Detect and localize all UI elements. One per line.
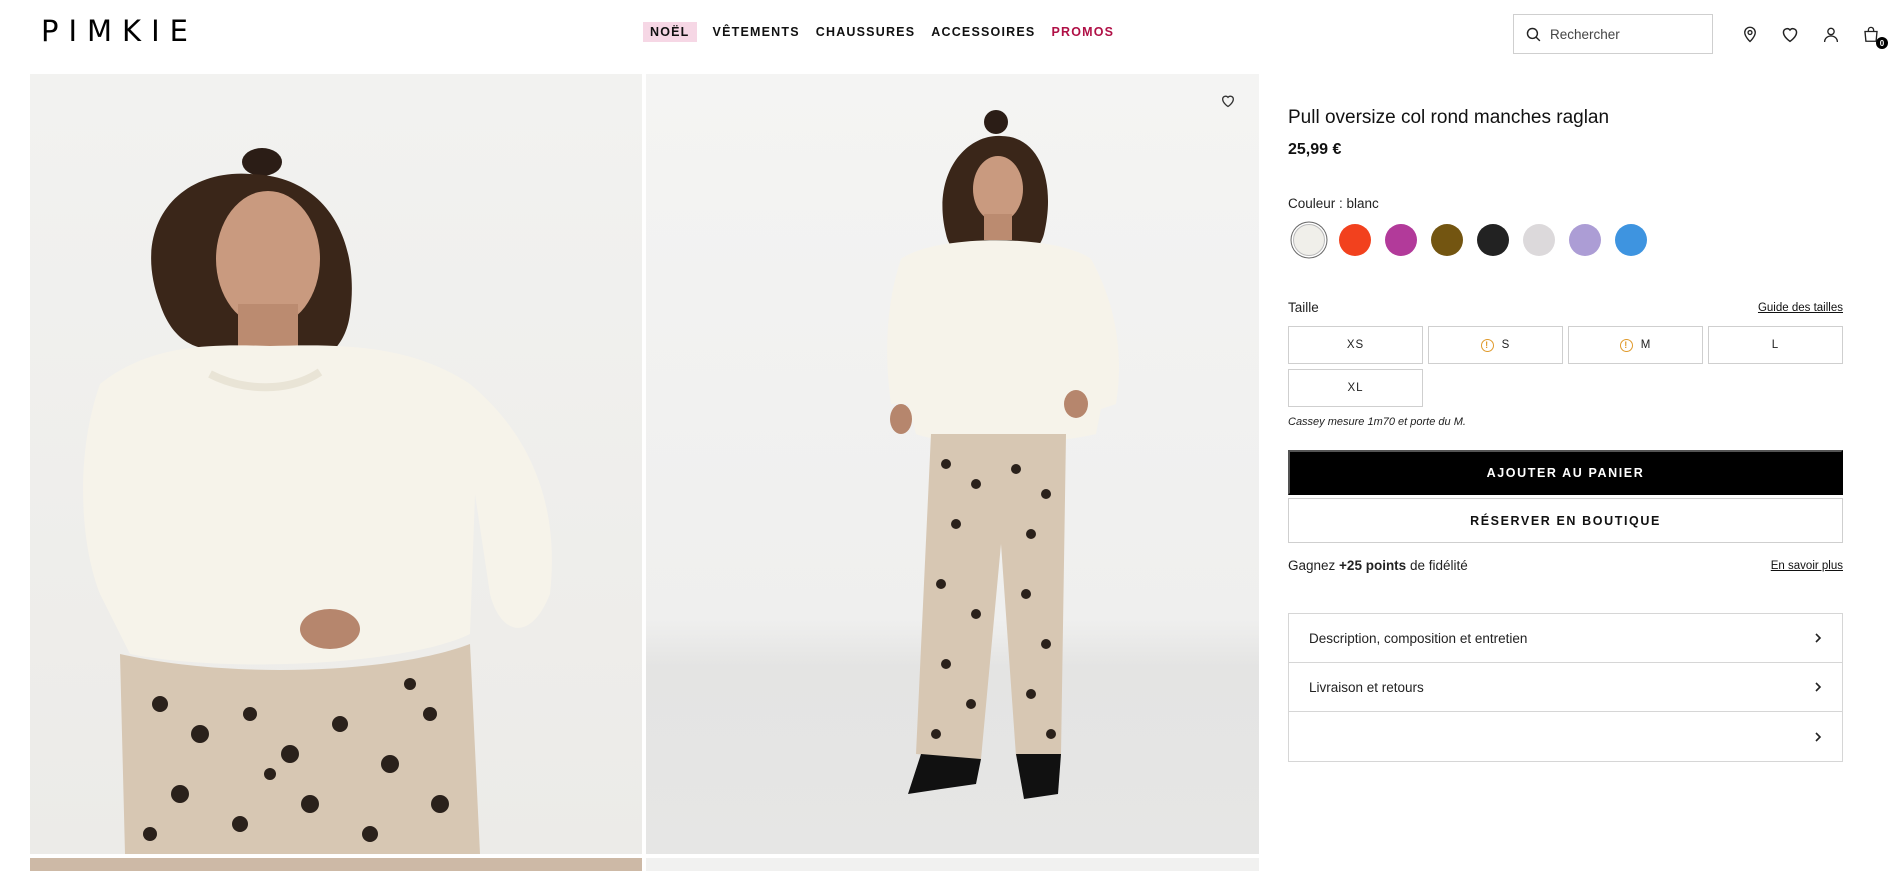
- store-locator-icon[interactable]: [1739, 23, 1761, 45]
- nav-item-accessoires[interactable]: ACCESSOIRES: [931, 25, 1035, 39]
- cart-icon[interactable]: 0: [1860, 23, 1888, 49]
- low-stock-icon: !: [1619, 338, 1633, 352]
- color-swatch-bleu[interactable]: [1615, 224, 1647, 256]
- size-option-s[interactable]: ! S: [1428, 326, 1563, 364]
- size-guide-link[interactable]: Guide des tailles: [1758, 302, 1843, 314]
- low-stock-icon: !: [1480, 338, 1494, 352]
- color-swatches: [1293, 224, 1647, 256]
- color-swatch-noir[interactable]: [1477, 224, 1509, 256]
- heart-icon[interactable]: [1220, 93, 1238, 111]
- nav-item-vetements[interactable]: VÊTEMENTS: [713, 25, 800, 39]
- product-photo-thumb-next[interactable]: [30, 858, 642, 871]
- chevron-right-icon: [1815, 682, 1822, 692]
- loyalty-more-link[interactable]: En savoir plus: [1771, 560, 1843, 572]
- account-icon[interactable]: [1820, 23, 1842, 45]
- product-price: 25,99 €: [1288, 141, 1342, 158]
- search-placeholder: Rechercher: [1550, 26, 1620, 42]
- color-swatch-fuchsia[interactable]: [1385, 224, 1417, 256]
- product-title: Pull oversize col rond manches raglan: [1288, 107, 1610, 128]
- product-photo-thumb-next-2[interactable]: [646, 858, 1259, 871]
- product-photo-closeup[interactable]: [30, 74, 642, 854]
- color-swatch-lilas[interactable]: [1569, 224, 1601, 256]
- nav-item-promos[interactable]: PROMOS: [1051, 25, 1114, 39]
- search-icon: [1526, 27, 1541, 41]
- search-input[interactable]: Rechercher: [1513, 14, 1713, 54]
- cart-count-badge: 0: [1876, 37, 1888, 49]
- color-swatch-gris-clair[interactable]: [1523, 224, 1555, 256]
- size-selector: XS ! S ! M L XL: [1288, 326, 1843, 407]
- nav-item-noel[interactable]: NOËL: [643, 22, 697, 42]
- reserve-in-store-button[interactable]: RÉSERVER EN BOUTIQUE: [1288, 498, 1843, 543]
- loyalty-points-text: Gagnez +25 points de fidélité: [1288, 558, 1468, 573]
- site-header: PIMKIE NOËL VÊTEMENTS CHAUSSURES ACCESSO…: [0, 0, 1900, 68]
- add-to-cart-button[interactable]: AJOUTER AU PANIER: [1288, 450, 1843, 495]
- color-swatch-camel[interactable]: [1431, 224, 1463, 256]
- chevron-right-icon: [1815, 731, 1822, 742]
- product-photo-full-body[interactable]: [646, 74, 1259, 854]
- color-swatch-orange[interactable]: [1339, 224, 1371, 256]
- color-swatch-blanc[interactable]: [1293, 224, 1325, 256]
- color-label: Couleur : blanc: [1288, 196, 1379, 211]
- nav-item-chaussures[interactable]: CHAUSSURES: [816, 25, 916, 39]
- chevron-right-icon: [1815, 633, 1822, 643]
- size-option-l[interactable]: L: [1708, 326, 1843, 364]
- site-logo[interactable]: PIMKIE: [41, 14, 198, 48]
- size-option-m[interactable]: ! M: [1568, 326, 1703, 364]
- model-size-note: Cassey mesure 1m70 et porte du M.: [1288, 416, 1466, 428]
- size-label: Taille: [1288, 300, 1319, 315]
- size-option-xs[interactable]: XS: [1288, 326, 1423, 364]
- accordion-shipping[interactable]: Livraison et retours: [1289, 663, 1842, 712]
- size-option-xl[interactable]: XL: [1288, 369, 1423, 407]
- accordion-description[interactable]: Description, composition et entretien: [1289, 614, 1842, 663]
- wishlist-icon[interactable]: [1779, 23, 1801, 45]
- accordion-extra[interactable]: [1289, 712, 1842, 761]
- product-accordion: Description, composition et entretien Li…: [1288, 613, 1843, 762]
- main-nav: NOËL VÊTEMENTS CHAUSSURES ACCESSOIRES PR…: [643, 22, 1114, 42]
